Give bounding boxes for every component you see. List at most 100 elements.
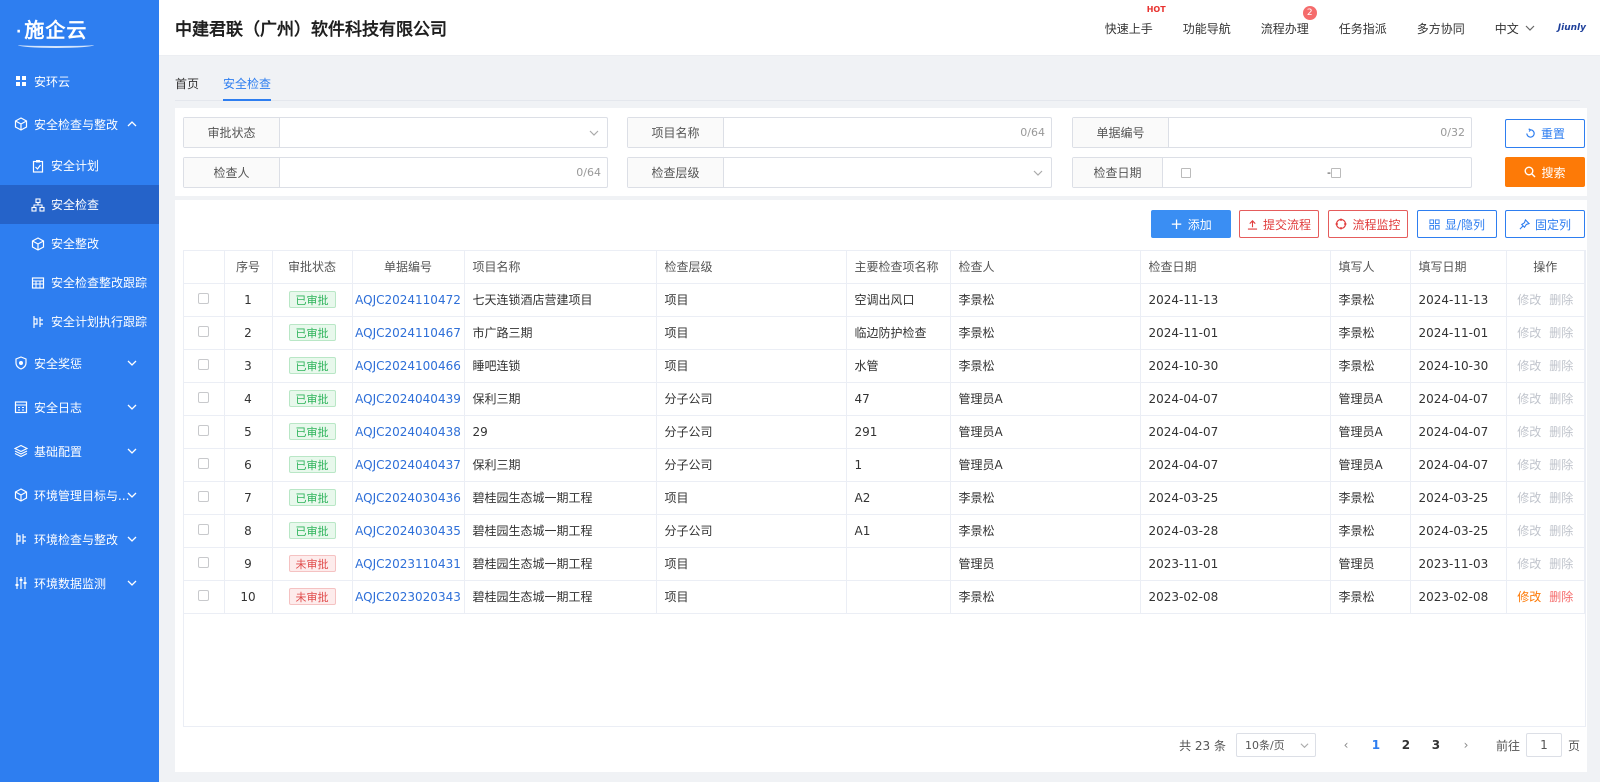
- goto-page-input[interactable]: 1: [1525, 733, 1562, 757]
- sidebar-subitem-3[interactable]: 安全检查整改跟踪: [0, 263, 159, 302]
- table-row[interactable]: 2 已审批 AQJC2024110467 市广路三期 项目 临边防护检查 李景松 2024-1…: [184, 316, 1585, 350]
- table-row[interactable]: 8 已审批 AQJC2024030435 碧桂园生态城一期工程 分子公司 A1 李景松 202…: [184, 514, 1585, 548]
- sidebar-item-2[interactable]: 安全奖惩: [0, 341, 159, 385]
- delete-link[interactable]: 删除: [1549, 557, 1573, 571]
- table-row[interactable]: 7 已审批 AQJC2024030436 碧桂园生态城一期工程 项目 A2 李景松 2024-…: [184, 481, 1585, 515]
- table-row[interactable]: 6 已审批 AQJC2024040437 保利三期 分子公司 1 管理员A 2024-04-0…: [184, 448, 1585, 482]
- table-row[interactable]: 1 已审批 AQJC2024110472 七天连锁酒店营建项目 项目 空调出风口 李景松 20…: [184, 283, 1585, 317]
- cell-code-link[interactable]: AQJC2024030436: [352, 481, 465, 515]
- delete-link[interactable]: 删除: [1549, 524, 1573, 538]
- table-row[interactable]: 9 未审批 AQJC2023110431 碧桂园生态城一期工程 项目 管理员 2023-11…: [184, 547, 1585, 581]
- cell-code-link[interactable]: AQJC2024110467: [352, 316, 465, 350]
- process-monitor-button[interactable]: 流程监控: [1328, 210, 1408, 238]
- cell-code-link[interactable]: AQJC2024040438: [352, 415, 465, 449]
- edit-link[interactable]: 修改: [1517, 359, 1541, 373]
- row-checkbox[interactable]: [198, 556, 210, 568]
- edit-link[interactable]: 修改: [1517, 590, 1541, 604]
- page-3[interactable]: 3: [1426, 738, 1446, 752]
- page-1[interactable]: 1: [1366, 738, 1386, 752]
- edit-link[interactable]: 修改: [1517, 524, 1541, 538]
- sidebar-item-4[interactable]: 基础配置: [0, 429, 159, 473]
- delete-link[interactable]: 删除: [1549, 293, 1573, 307]
- tab-safety-inspection[interactable]: 安全检查: [223, 68, 272, 101]
- level-select[interactable]: [724, 158, 1051, 187]
- project-name-input[interactable]: 0/64: [724, 118, 1051, 147]
- edit-link[interactable]: 修改: [1517, 425, 1541, 439]
- page-2[interactable]: 2: [1396, 738, 1416, 752]
- search-button[interactable]: 搜索: [1505, 157, 1585, 187]
- row-checkbox[interactable]: [198, 424, 210, 436]
- prev-page-icon[interactable]: ‹: [1336, 738, 1356, 752]
- calendar-icon: [14, 400, 28, 414]
- submit-process-button[interactable]: 提交流程: [1239, 210, 1319, 238]
- delete-link[interactable]: 删除: [1549, 359, 1573, 373]
- cell-no: 5: [224, 415, 273, 449]
- delete-link[interactable]: 删除: [1549, 458, 1573, 472]
- edit-link[interactable]: 修改: [1517, 293, 1541, 307]
- delete-link[interactable]: 删除: [1549, 326, 1573, 340]
- cell-item: 空调出风口: [846, 283, 951, 317]
- sidebar-item-6[interactable]: 环境检查与整改: [0, 517, 159, 561]
- row-checkbox[interactable]: [198, 325, 210, 337]
- fix-column-button[interactable]: 固定列: [1505, 210, 1585, 238]
- sidebar-item-5[interactable]: 环境管理目标与...: [0, 473, 159, 517]
- delete-link[interactable]: 删除: [1549, 425, 1573, 439]
- show-hide-columns-button[interactable]: 显/隐列: [1417, 210, 1497, 238]
- edit-link[interactable]: 修改: [1517, 557, 1541, 571]
- cell-code-link[interactable]: AQJC2024110472: [352, 283, 465, 317]
- row-checkbox[interactable]: [198, 523, 210, 535]
- nav-function-guide[interactable]: 功能导航: [1183, 20, 1231, 37]
- cell-code-link[interactable]: AQJC2023020343: [352, 580, 465, 614]
- app-logo[interactable]: · 施企云: [0, 0, 159, 60]
- edit-link[interactable]: 修改: [1517, 491, 1541, 505]
- edit-link[interactable]: 修改: [1517, 326, 1541, 340]
- cell-project: 碧桂园生态城一期工程: [464, 514, 657, 548]
- row-checkbox[interactable]: [198, 490, 210, 502]
- row-checkbox[interactable]: [198, 589, 210, 601]
- row-checkbox[interactable]: [198, 457, 210, 469]
- sidebar-subitem-2[interactable]: 安全整改: [0, 224, 159, 263]
- row-checkbox[interactable]: [198, 292, 210, 304]
- status-select[interactable]: [280, 118, 607, 147]
- nav-quick-start[interactable]: 快速上手 HOT: [1105, 5, 1166, 37]
- delete-link[interactable]: 删除: [1549, 491, 1573, 505]
- cell-item: 47: [846, 382, 951, 416]
- sidebar-subitem-4[interactable]: 安全计划执行跟踪: [0, 302, 159, 341]
- table-row[interactable]: 5 已审批 AQJC2024040438 29 分子公司 291 管理员A 2024-04-0…: [184, 415, 1585, 449]
- cell-code-link[interactable]: AQJC2024100466: [352, 349, 465, 383]
- next-page-icon[interactable]: ›: [1456, 738, 1476, 752]
- cell-code-link[interactable]: AQJC2024030435: [352, 514, 465, 548]
- cell-code-link[interactable]: AQJC2024040439: [352, 382, 465, 416]
- edit-link[interactable]: 修改: [1517, 392, 1541, 406]
- delete-link[interactable]: 删除: [1549, 392, 1573, 406]
- cell-code-link[interactable]: AQJC2023110431: [352, 547, 465, 581]
- language-select[interactable]: 中文: [1495, 20, 1535, 37]
- sidebar-item-0[interactable]: 安环云: [0, 60, 159, 102]
- sidebar-subitem-0[interactable]: 安全计划: [0, 146, 159, 185]
- table-row[interactable]: 4 已审批 AQJC2024040439 保利三期 分子公司 47 管理员A 2024-04-…: [184, 382, 1585, 416]
- delete-link[interactable]: 删除: [1549, 590, 1573, 604]
- nav-process[interactable]: 流程办理 2: [1261, 5, 1317, 37]
- page-size-select[interactable]: 10条/页: [1235, 733, 1316, 757]
- reset-button[interactable]: 重置: [1505, 119, 1585, 148]
- add-button[interactable]: + 添加: [1151, 210, 1231, 238]
- cell-code-link[interactable]: AQJC2024040437: [352, 448, 465, 482]
- sidebar-subitem-1[interactable]: 安全检查: [0, 185, 159, 224]
- doc-no-input[interactable]: 0/32: [1169, 118, 1471, 147]
- table-row[interactable]: 3 已审批 AQJC2024100466 睡吧连锁 项目 水管 李景松 2024-10-30 李…: [184, 349, 1585, 383]
- table-row[interactable]: 10 未审批 AQJC2023020343 碧桂园生态城一期工程 项目 李景松 2023-0…: [184, 580, 1585, 614]
- sidebar-item-3[interactable]: 安全日志: [0, 385, 159, 429]
- sidebar-item-1[interactable]: 安全检查与整改: [0, 102, 159, 146]
- inspector-input[interactable]: 0/64: [280, 158, 607, 187]
- row-checkbox[interactable]: [198, 391, 210, 403]
- sidebar-item-7[interactable]: 环境数据监测: [0, 561, 159, 605]
- col-header-fill-date: 填写日期: [1410, 251, 1507, 284]
- tab-home[interactable]: 首页: [175, 68, 199, 101]
- row-checkbox[interactable]: [198, 358, 210, 370]
- nav-task-assign[interactable]: 任务指派: [1339, 20, 1387, 37]
- cell-ops: 修改 删除: [1506, 382, 1585, 416]
- table-body: 1 已审批 AQJC2024110472 七天连锁酒店营建项目 项目 空调出风口 李景松 20…: [184, 283, 1585, 614]
- edit-link[interactable]: 修改: [1517, 458, 1541, 472]
- nav-collaboration[interactable]: 多方协同: [1417, 20, 1465, 37]
- date-range-picker[interactable]: -: [1163, 158, 1471, 187]
